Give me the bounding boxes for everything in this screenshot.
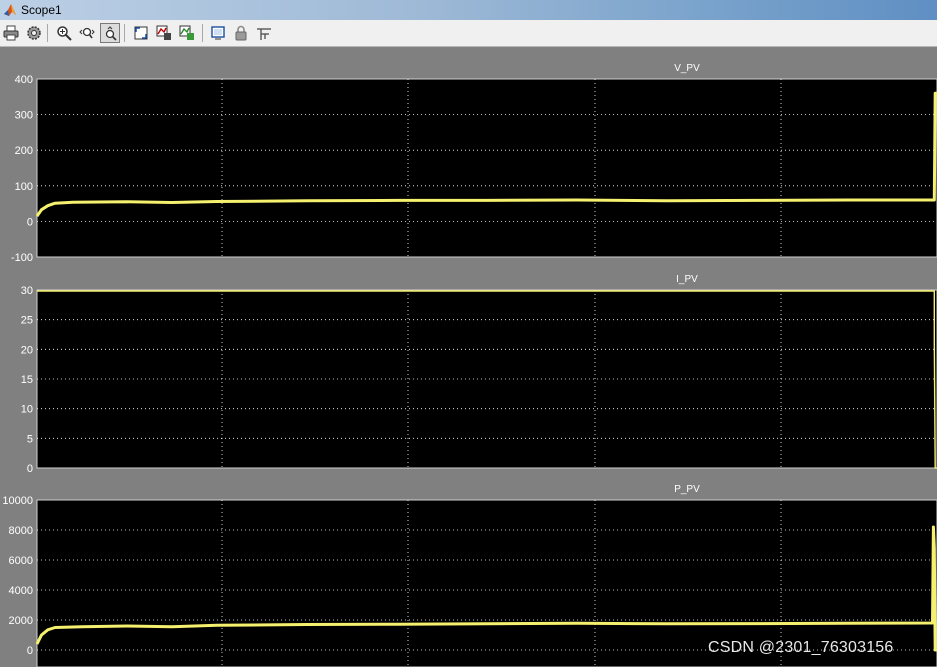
y-tick-label: 0 [27,645,33,657]
axis-title: P_PV [674,484,700,495]
scope-toolbar [0,20,937,47]
zoom-in-button[interactable] [54,23,74,43]
y-tick-label: 400 [15,74,33,86]
y-tick-label: 10 [21,404,33,416]
zoom-y-button[interactable] [100,23,120,43]
zoom-y-icon [105,26,117,41]
y-tick-label: 0 [27,216,33,228]
y-tick-label: 10000 [2,495,33,507]
y-tick-label: 100 [15,181,33,193]
y-tick-label: 25 [21,315,33,327]
restore-axes-settings-icon [179,25,194,40]
y-tick-label: 0 [27,463,33,475]
title-bar: Scope1 [0,0,937,20]
y-tick-label: -100 [11,252,33,264]
save-axes-settings-button[interactable] [154,23,174,43]
y-tick-label: 20 [21,344,33,356]
y-tick-label: 300 [15,110,33,122]
signal-selection-icon [257,28,271,40]
floating-scope-icon [211,26,225,40]
y-tick-label: 4000 [9,585,33,597]
y-tick-label: 200 [15,145,33,157]
zoom-x-button[interactable] [77,23,97,43]
y-tick-label: 8000 [9,525,33,537]
parameters-button[interactable] [24,23,44,43]
plot-area [36,78,937,258]
zoom-x-icon [79,27,95,39]
floating-scope-button[interactable] [208,23,228,43]
lock-axes-button[interactable] [231,23,251,43]
y-tick-label: 30 [21,285,33,297]
print-icon [3,25,19,41]
y-tick-label: 5 [27,433,33,445]
y-tick-label: 6000 [9,555,33,567]
parameters-gear-icon [27,26,41,40]
autoscale-button[interactable] [131,23,151,43]
signal-selection-button[interactable] [254,23,274,43]
restore-axes-settings-button[interactable] [177,23,197,43]
csdn-watermark: CSDN @2301_76303156 [708,639,894,656]
axis-title: V_PV [674,63,700,74]
y-tick-label: 15 [21,374,33,386]
save-axes-settings-icon [156,25,171,40]
lock-axes-icon [235,25,247,41]
toolbar-separator [202,24,203,42]
toolbar-separator [47,24,48,42]
y-tick-label: 2000 [9,615,33,627]
autoscale-icon [134,26,148,40]
toolbar-separator [124,24,125,42]
zoom-in-icon [57,26,72,41]
matlab-logo-icon [4,4,16,16]
scope-plots: -100 0 100 200 300 400 V_PV 0 5 10 15 20 25 30 I_PV 0 20… [2,63,937,667]
axis-title: I_PV [676,274,698,285]
print-button[interactable] [1,23,21,43]
window-title: Scope1 [21,3,62,17]
